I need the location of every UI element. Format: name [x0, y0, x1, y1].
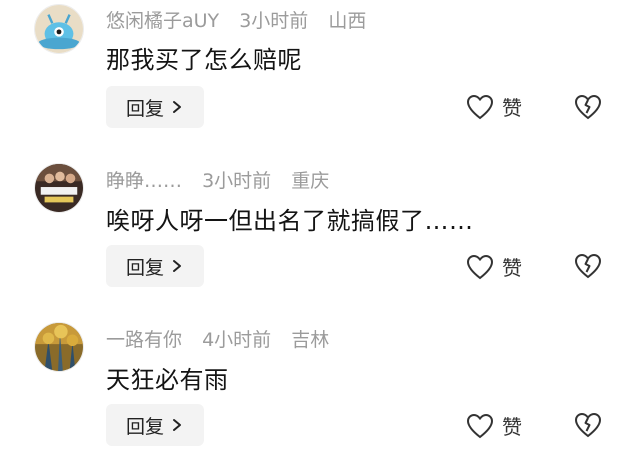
avatar-cartoon-icon: [35, 5, 83, 53]
comment-location: 吉林: [291, 329, 330, 351]
broken-heart-icon[interactable]: [574, 253, 602, 279]
like-label: 赞: [502, 256, 522, 280]
comment-meta: 睁睁…… 3小时前 重庆: [106, 166, 343, 193]
avatar[interactable]: [34, 163, 84, 213]
avatar-photo-icon: [35, 164, 83, 212]
comment-time: 4小时前: [202, 329, 272, 351]
avatar[interactable]: [34, 322, 84, 372]
comment-location: 山西: [328, 10, 367, 32]
chevron-right-icon: [173, 419, 181, 431]
comment-location: 重庆: [291, 170, 330, 192]
comment-text: 天狂必有雨: [106, 366, 229, 394]
reply-label: 回复: [125, 415, 164, 438]
like-button[interactable]: 赞: [466, 252, 522, 281]
like-label: 赞: [502, 96, 522, 120]
reply-button[interactable]: 回复: [106, 86, 204, 128]
chevron-right-icon: [173, 101, 181, 113]
comment-text: 那我买了怎么赔呢: [106, 46, 302, 74]
comment-meta: 一路有你 4小时前 吉林: [106, 325, 343, 352]
like-button[interactable]: 赞: [466, 411, 522, 440]
reply-label: 回复: [125, 97, 164, 120]
username[interactable]: 悠闲橘子aUY: [106, 10, 219, 32]
avatar-landscape-icon: [35, 323, 83, 371]
heart-outline-icon: [466, 413, 494, 438]
reply-label: 回复: [125, 256, 164, 279]
avatar[interactable]: [34, 4, 84, 54]
broken-heart-icon[interactable]: [574, 412, 602, 438]
like-button[interactable]: 赞: [466, 92, 522, 121]
reply-button[interactable]: 回复: [106, 245, 204, 287]
like-label: 赞: [502, 415, 522, 439]
heart-outline-icon: [466, 94, 494, 119]
username[interactable]: 一路有你: [106, 329, 182, 351]
chevron-right-icon: [173, 260, 181, 272]
username[interactable]: 睁睁……: [106, 170, 182, 192]
comment-time: 3小时前: [202, 170, 272, 192]
comment-time: 3小时前: [239, 10, 309, 32]
heart-outline-icon: [466, 254, 494, 279]
comment-text: 唉呀人呀一但出名了就搞假了……: [106, 207, 474, 235]
reply-button[interactable]: 回复: [106, 404, 204, 446]
broken-heart-icon[interactable]: [574, 94, 602, 120]
comment-meta: 悠闲橘子aUY 3小时前 山西: [106, 6, 380, 33]
